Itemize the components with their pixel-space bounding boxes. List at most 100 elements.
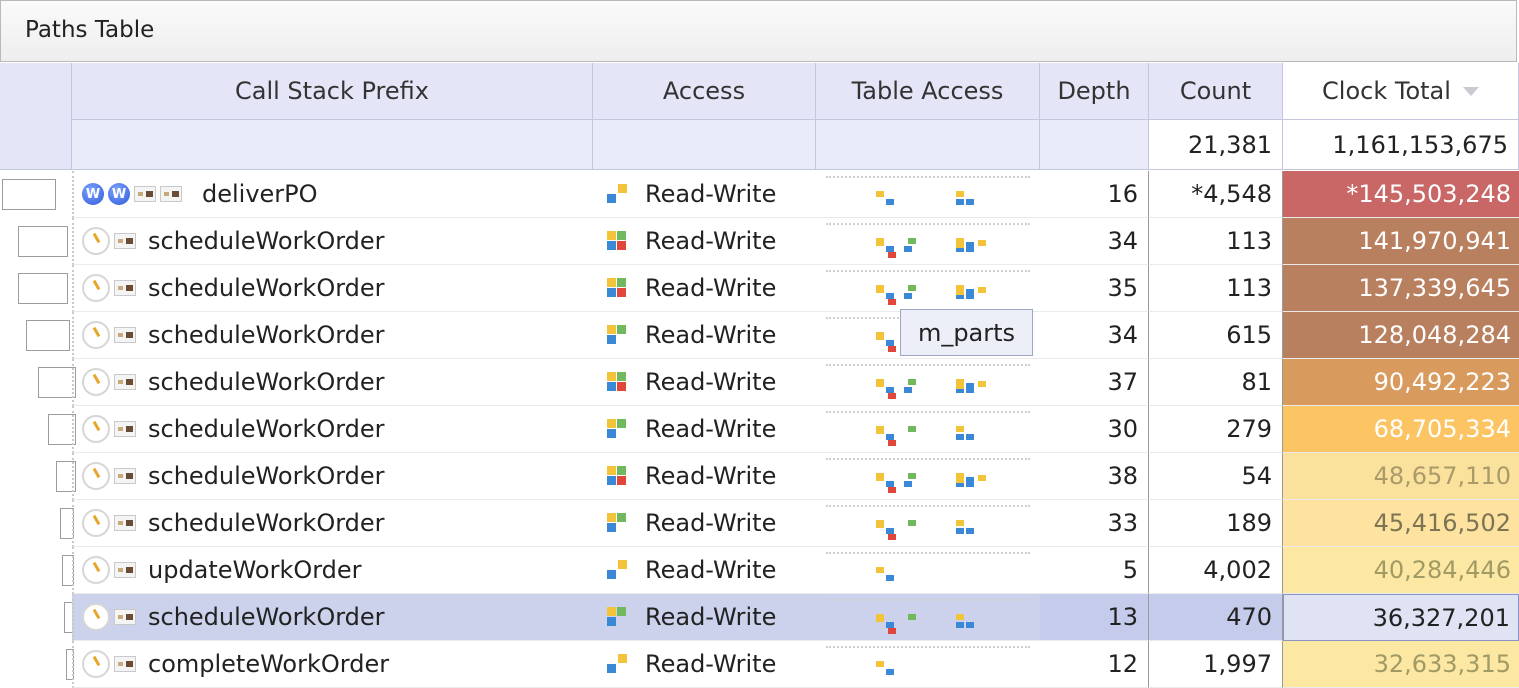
call-stack-prefix-cell[interactable]: updateWorkOrder [72, 547, 593, 594]
access-pattern-icon [607, 325, 627, 345]
table-access-mark [876, 428, 884, 434]
table-access-separator [826, 176, 1030, 178]
table-row[interactable]: scheduleWorkOrder Read-Write 35 113 137,339,… [0, 265, 1519, 312]
column-header-call-stack-prefix[interactable]: Call Stack Prefix [72, 63, 593, 120]
method-name: scheduleWorkOrder [148, 603, 385, 631]
table-access-mark [908, 285, 916, 291]
table-row[interactable]: scheduleWorkOrder Read-Write 38 54 48,657,11… [0, 453, 1519, 500]
method-icon [114, 515, 136, 531]
count-cell: 54 [1149, 453, 1283, 500]
clock-icon [82, 462, 110, 490]
access-pattern-icon [607, 654, 627, 674]
table-access-mark [876, 334, 884, 340]
call-stack-prefix-cell[interactable]: scheduleWorkOrder [72, 312, 593, 359]
table-access-mark [888, 487, 896, 493]
column-header-clock-total[interactable]: Clock Total [1283, 63, 1519, 120]
column-header-access[interactable]: Access [593, 63, 816, 120]
table-access-mark [978, 475, 986, 481]
table-access-cell[interactable] [816, 218, 1040, 265]
table-row[interactable]: scheduleWorkOrder Read-Write 34 615 128,048,… [0, 312, 1519, 359]
clock-total-value: 32,633,315 [1373, 650, 1511, 678]
depth-value: 38 [1107, 462, 1138, 490]
table-access-cell[interactable] [816, 547, 1040, 594]
count-value: 279 [1226, 415, 1272, 443]
call-stack-prefix-cell[interactable]: scheduleWorkOrder [72, 359, 593, 406]
access-pattern-icon [607, 607, 627, 627]
table-row[interactable]: scheduleWorkOrder Read-Write 33 189 45,416,5… [0, 500, 1519, 547]
table-access-mark [956, 426, 964, 432]
access-cell: Read-Write [593, 218, 816, 265]
call-stack-prefix-cell[interactable]: W WdeliverPO [72, 171, 593, 218]
count-cell: *4,548 [1149, 171, 1283, 218]
table-row[interactable]: scheduleWorkOrder Read-Write 37 81 90,492,22… [0, 359, 1519, 406]
call-stack-prefix-cell[interactable]: scheduleWorkOrder [72, 265, 593, 312]
column-header-label: Count [1179, 77, 1252, 105]
clock-total-value: 40,284,446 [1373, 556, 1511, 584]
table-access-mark [966, 477, 974, 483]
table-access-separator [826, 599, 1030, 601]
table-access-mark [956, 477, 964, 483]
table-row[interactable]: W WdeliverPO Read-Write 16 *4,548 *145,503,24… [0, 171, 1519, 218]
count-cell: 615 [1149, 312, 1283, 359]
table-access-cell[interactable] [816, 406, 1040, 453]
table-access-cell[interactable] [816, 171, 1040, 218]
access-text: Read-Write [645, 227, 777, 255]
table-access-mark [876, 191, 884, 197]
method-name: completeWorkOrder [148, 650, 390, 678]
call-stack-prefix-cell[interactable]: scheduleWorkOrder [72, 500, 593, 547]
table-access-mark [978, 381, 986, 387]
clock-total-value: 90,492,223 [1373, 368, 1511, 396]
access-pattern-icon [607, 231, 627, 251]
table-access-mark [966, 242, 974, 248]
table-access-mark [888, 346, 896, 352]
count-value: 189 [1226, 509, 1272, 537]
count-value: 1,997 [1203, 650, 1272, 678]
call-stack-prefix-cell[interactable]: scheduleWorkOrder [72, 594, 593, 641]
table-access-mark [876, 616, 884, 622]
table-access-mark [888, 440, 896, 446]
table-access-mark [956, 434, 964, 440]
table-access-mark [876, 240, 884, 246]
table-access-mark [888, 393, 896, 399]
column-header-depth[interactable]: Depth [1040, 63, 1149, 120]
totals-cell-empty [593, 120, 816, 170]
call-stack-prefix-cell[interactable]: scheduleWorkOrder [72, 453, 593, 500]
table-access-mark [904, 293, 912, 299]
sort-descending-icon [1462, 86, 1479, 96]
column-header-count[interactable]: Count [1149, 63, 1283, 120]
paths-table-panel: Paths Table Call Stack Prefix Access Tab… [0, 0, 1519, 688]
count-cell: 81 [1149, 359, 1283, 406]
table-access-mark [966, 528, 974, 534]
depth-value: 16 [1107, 180, 1138, 208]
table-access-cell[interactable] [816, 359, 1040, 406]
count-value: 54 [1241, 462, 1272, 490]
table-row[interactable]: scheduleWorkOrder Read-Write 30 279 68,705,3… [0, 406, 1519, 453]
table-access-separator [826, 364, 1030, 366]
method-icon [114, 562, 136, 578]
table-access-mark [904, 387, 912, 393]
table-access-cell[interactable] [816, 265, 1040, 312]
depth-value: 33 [1107, 509, 1138, 537]
totals-count: 21,381 [1149, 120, 1283, 170]
table-access-cell[interactable] [816, 453, 1040, 500]
access-cell: Read-Write [593, 359, 816, 406]
table-access-separator [826, 411, 1030, 413]
table-access-mark [956, 528, 964, 534]
table-row[interactable]: updateWorkOrder Read-Write 5 4,002 40,284,44… [0, 547, 1519, 594]
table-access-mark [908, 379, 916, 385]
call-stack-prefix-cell[interactable]: scheduleWorkOrder [72, 218, 593, 265]
table-row[interactable]: scheduleWorkOrder Read-Write 34 113 141,970,… [0, 218, 1519, 265]
clock-total-cell: 40,284,446 [1283, 547, 1519, 594]
table-row[interactable]: scheduleWorkOrder Read-Write 13 470 36,327,2… [0, 594, 1519, 641]
column-header-table-access[interactable]: Table Access [816, 63, 1040, 120]
table-access-mark [876, 522, 884, 528]
table-access-mark [966, 289, 974, 295]
table-access-cell[interactable] [816, 500, 1040, 547]
count-cell: 113 [1149, 218, 1283, 265]
table-access-cell[interactable] [816, 594, 1040, 641]
method-name: scheduleWorkOrder [148, 415, 385, 443]
clock-icon [82, 650, 110, 678]
access-pattern-icon [607, 184, 627, 204]
call-stack-prefix-cell[interactable]: scheduleWorkOrder [72, 406, 593, 453]
clock-total-value: 48,657,110 [1373, 462, 1511, 490]
